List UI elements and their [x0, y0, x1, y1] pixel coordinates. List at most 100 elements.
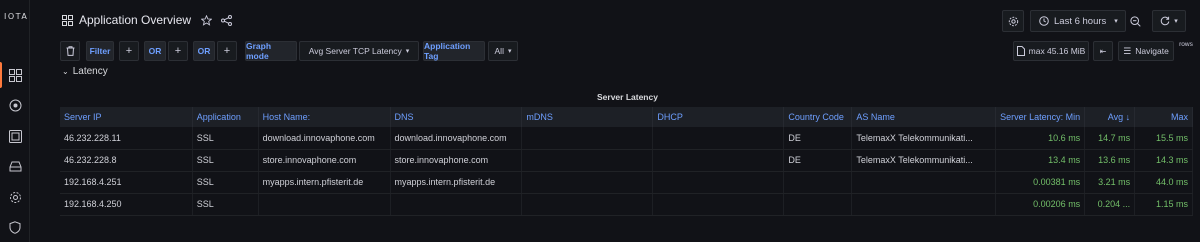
column-header[interactable]: Country Code — [783, 107, 853, 127]
column-header[interactable]: DNS — [390, 107, 523, 127]
table-cell: myapps.intern.pfisterit.de — [390, 171, 523, 194]
table-cell: 192.168.4.251 — [60, 171, 193, 194]
table-cell: 10.6 ms — [995, 127, 1086, 150]
table-cell: store.innovaphone.com — [258, 149, 391, 172]
table-cell: SSL — [192, 193, 259, 216]
table-cell — [783, 193, 853, 216]
table-cell: 0.00381 ms — [995, 171, 1086, 194]
table-cell: DE — [783, 149, 853, 172]
add-filter-button[interactable]: + — [119, 41, 139, 61]
table-cell: 1.15 ms — [1134, 193, 1193, 216]
navigate-button[interactable]: ☰ Navigate — [1118, 41, 1174, 61]
table-cell — [652, 127, 785, 150]
star-icon[interactable] — [201, 14, 213, 26]
delete-filter-button[interactable] — [60, 41, 80, 61]
application-tag-value: All — [494, 46, 504, 56]
graph-mode-label: Graph mode — [245, 41, 297, 61]
table-cell — [652, 193, 785, 216]
server-latency-table: Server IP Application Host Name: DNS mDNS DHC… — [60, 107, 1193, 216]
chevron-down-icon: ▾ — [1174, 18, 1178, 25]
max-size-button[interactable]: max 45.16 MiB — [1013, 41, 1089, 61]
table-cell — [521, 127, 654, 150]
table-row[interactable]: 46.232.228.8 SSL store.innovaphone.com stor… — [60, 149, 1193, 172]
rows-button[interactable]: rows — [1176, 41, 1196, 61]
settings-button[interactable] — [1002, 10, 1024, 32]
table-cell — [783, 171, 853, 194]
active-indicator — [0, 62, 2, 88]
table-cell: store.innovaphone.com — [390, 149, 523, 172]
graph-mode-value: Avg Server TCP Latency — [308, 46, 402, 56]
navigate-label: Navigate — [1135, 46, 1169, 56]
table-body: 46.232.228.11 SSL download.innovaphone.com… — [60, 127, 1193, 216]
table-cell: myapps.intern.pfisterit.de — [258, 171, 391, 194]
gear-icon[interactable] — [7, 189, 23, 205]
table-cell: SSL — [192, 149, 259, 172]
menu-icon: ☰ — [1123, 45, 1132, 56]
table-cell: 14.7 ms — [1084, 127, 1136, 150]
dashboards-icon[interactable] — [7, 67, 23, 83]
time-range-picker[interactable]: Last 6 hours ▾ — [1030, 10, 1126, 32]
collapse-button[interactable]: ⇤ — [1093, 41, 1113, 61]
table-cell: 46.232.228.8 — [60, 149, 193, 172]
zoom-out-button[interactable] — [1124, 10, 1146, 32]
graph-mode-select[interactable]: Avg Server TCP Latency ▾ — [299, 41, 419, 61]
table-cell: DE — [783, 127, 853, 150]
table-cell: SSL — [192, 127, 259, 150]
table-cell — [652, 149, 785, 172]
column-header[interactable]: Host Name: — [258, 107, 391, 127]
table-cell — [521, 149, 654, 172]
table-cell: download.innovaphone.com — [390, 127, 523, 150]
chevron-down-icon: ▾ — [507, 48, 512, 55]
panel-icon[interactable] — [7, 128, 23, 144]
or-label: OR — [193, 41, 215, 61]
chevron-down-icon: ▾ — [1114, 18, 1118, 25]
table-cell — [851, 171, 997, 194]
filter-toolbar: Filter + OR + OR + Graph mode Avg Server… — [60, 41, 1200, 61]
share-icon[interactable] — [221, 14, 233, 26]
column-header[interactable]: AS Name — [851, 107, 997, 127]
add-or-filter-button[interactable]: + — [217, 41, 237, 61]
table-cell: 0.204 ... — [1084, 193, 1136, 216]
table-cell — [390, 193, 523, 216]
add-or-filter-button[interactable]: + — [168, 41, 188, 61]
refresh-button[interactable]: ▾ — [1152, 10, 1186, 32]
app-logo: IOTA — [4, 12, 29, 21]
column-header[interactable]: Server IP — [60, 107, 193, 127]
table-cell: 44.0 ms — [1134, 171, 1193, 194]
section-title: Latency — [72, 66, 108, 77]
trash-icon — [66, 46, 74, 56]
application-tag-label: Application Tag — [423, 41, 485, 61]
collapse-icon: ⇤ — [1099, 46, 1107, 56]
column-header[interactable]: Server Latency: Min — [995, 107, 1086, 127]
panel-title: Server Latency — [597, 92, 658, 102]
table-cell — [521, 193, 654, 216]
column-header[interactable]: Max — [1134, 107, 1193, 127]
table-row[interactable]: 192.168.4.251 SSL myapps.intern.pfisterit.… — [60, 171, 1193, 194]
column-header[interactable]: Avg ↓ — [1084, 107, 1136, 127]
latency-row-header[interactable]: ⌄ Latency — [62, 66, 108, 77]
table-cell: 13.4 ms — [995, 149, 1086, 172]
table-row[interactable]: 46.232.228.11 SSL download.innovaphone.com… — [60, 127, 1193, 150]
table-cell — [851, 193, 997, 216]
column-header[interactable]: Application — [192, 107, 259, 127]
dashboard-grid-icon — [62, 14, 73, 26]
file-icon — [1016, 46, 1025, 56]
storage-icon[interactable] — [7, 158, 23, 174]
table-cell: 46.232.228.11 — [60, 127, 193, 150]
table-cell: 13.6 ms — [1084, 149, 1136, 172]
column-header[interactable]: mDNS — [521, 107, 654, 127]
table-cell: 0.00206 ms — [995, 193, 1086, 216]
column-header[interactable]: DHCP — [652, 107, 785, 127]
filter-label: Filter — [86, 41, 114, 61]
max-size-label: max 45.16 MiB — [1028, 46, 1086, 56]
table-row[interactable]: 192.168.4.250 SSL 0.00206 ms 0.204 ... 1.15 … — [60, 193, 1193, 216]
shield-icon[interactable] — [7, 219, 23, 235]
breadcrumb: Application Overview — [62, 13, 233, 27]
zoom-out-icon — [1129, 15, 1141, 27]
application-tag-select[interactable]: All ▾ — [488, 41, 518, 61]
table-cell — [521, 171, 654, 194]
explore-icon[interactable] — [7, 97, 23, 113]
table-cell: download.innovaphone.com — [258, 127, 391, 150]
table-cell: TelemaxX Telekommunikati... — [851, 127, 997, 150]
table-cell: 14.3 ms — [1134, 149, 1193, 172]
